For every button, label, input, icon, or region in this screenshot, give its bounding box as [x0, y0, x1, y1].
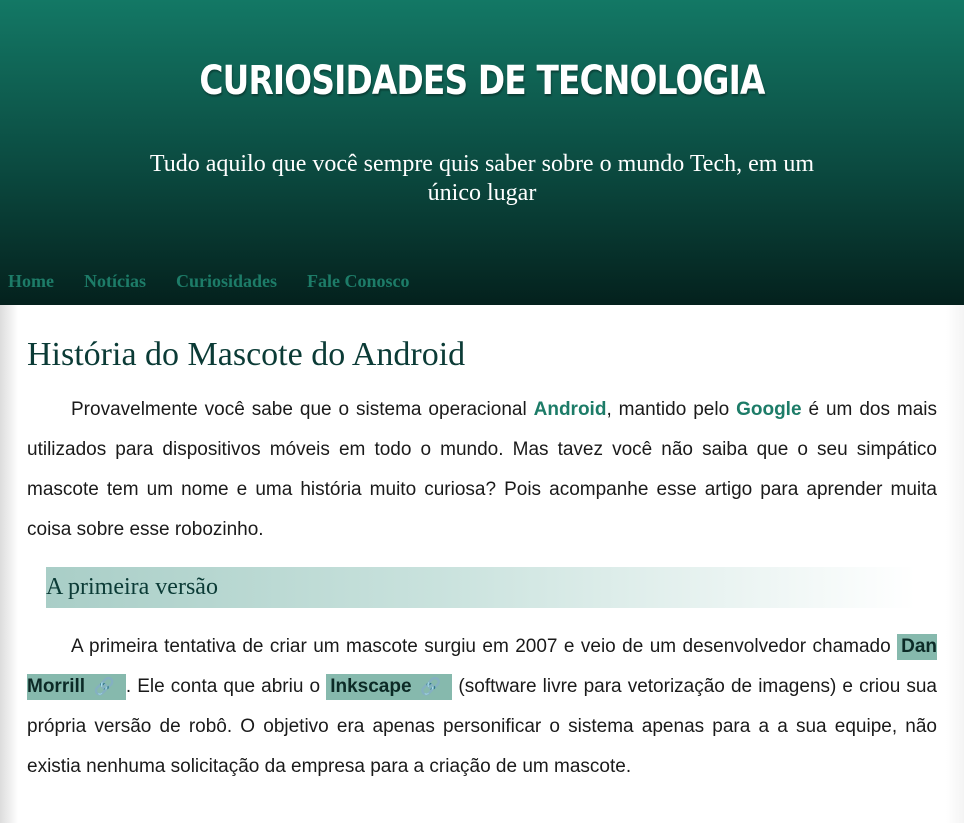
site-subtitle: Tudo aquilo que você sempre quis saber s… — [149, 151, 815, 206]
intro-text-3: é um dos mais utilizados para dispositiv… — [27, 399, 938, 540]
nav-item-home[interactable]: Home — [8, 271, 54, 292]
link-inkscape-label: Inkscape — [330, 676, 412, 697]
section-text-1: A primeira tentativa de criar um mascote… — [71, 636, 898, 657]
keyword-android: Android — [533, 399, 607, 420]
site-header: CURIOSIDADES DE TECNOLOGIA Tudo aquilo q… — [0, 0, 964, 305]
section-text-2: . Ele conta que abriu o — [125, 676, 327, 697]
section-paragraph: A primeira tentativa de criar um mascote… — [27, 627, 937, 787]
intro-text-1: Provavelmente você sabe que o sistema op… — [71, 399, 534, 420]
section-heading: A primeira versão — [46, 567, 916, 608]
site-title: CURIOSIDADES DE TECNOLOGIA — [199, 58, 765, 104]
article-title: História do Mascote do Android — [27, 336, 466, 373]
nav-item-noticias[interactable]: Notícias — [84, 271, 146, 292]
main-nav: Home Notícias Curiosidades Fale Conosco — [8, 271, 410, 292]
link-icon: 🔗 — [419, 677, 443, 696]
link-inkscape[interactable]: Inkscape 🔗 — [326, 674, 453, 700]
intro-text-2: , mantido pelo — [606, 399, 737, 420]
keyword-google: Google — [736, 399, 802, 420]
nav-item-fale-conosco[interactable]: Fale Conosco — [307, 271, 410, 292]
link-icon: 🔗 — [93, 677, 116, 696]
nav-item-curiosidades[interactable]: Curiosidades — [176, 271, 277, 292]
intro-paragraph: Provavelmente você sabe que o sistema op… — [27, 390, 937, 550]
